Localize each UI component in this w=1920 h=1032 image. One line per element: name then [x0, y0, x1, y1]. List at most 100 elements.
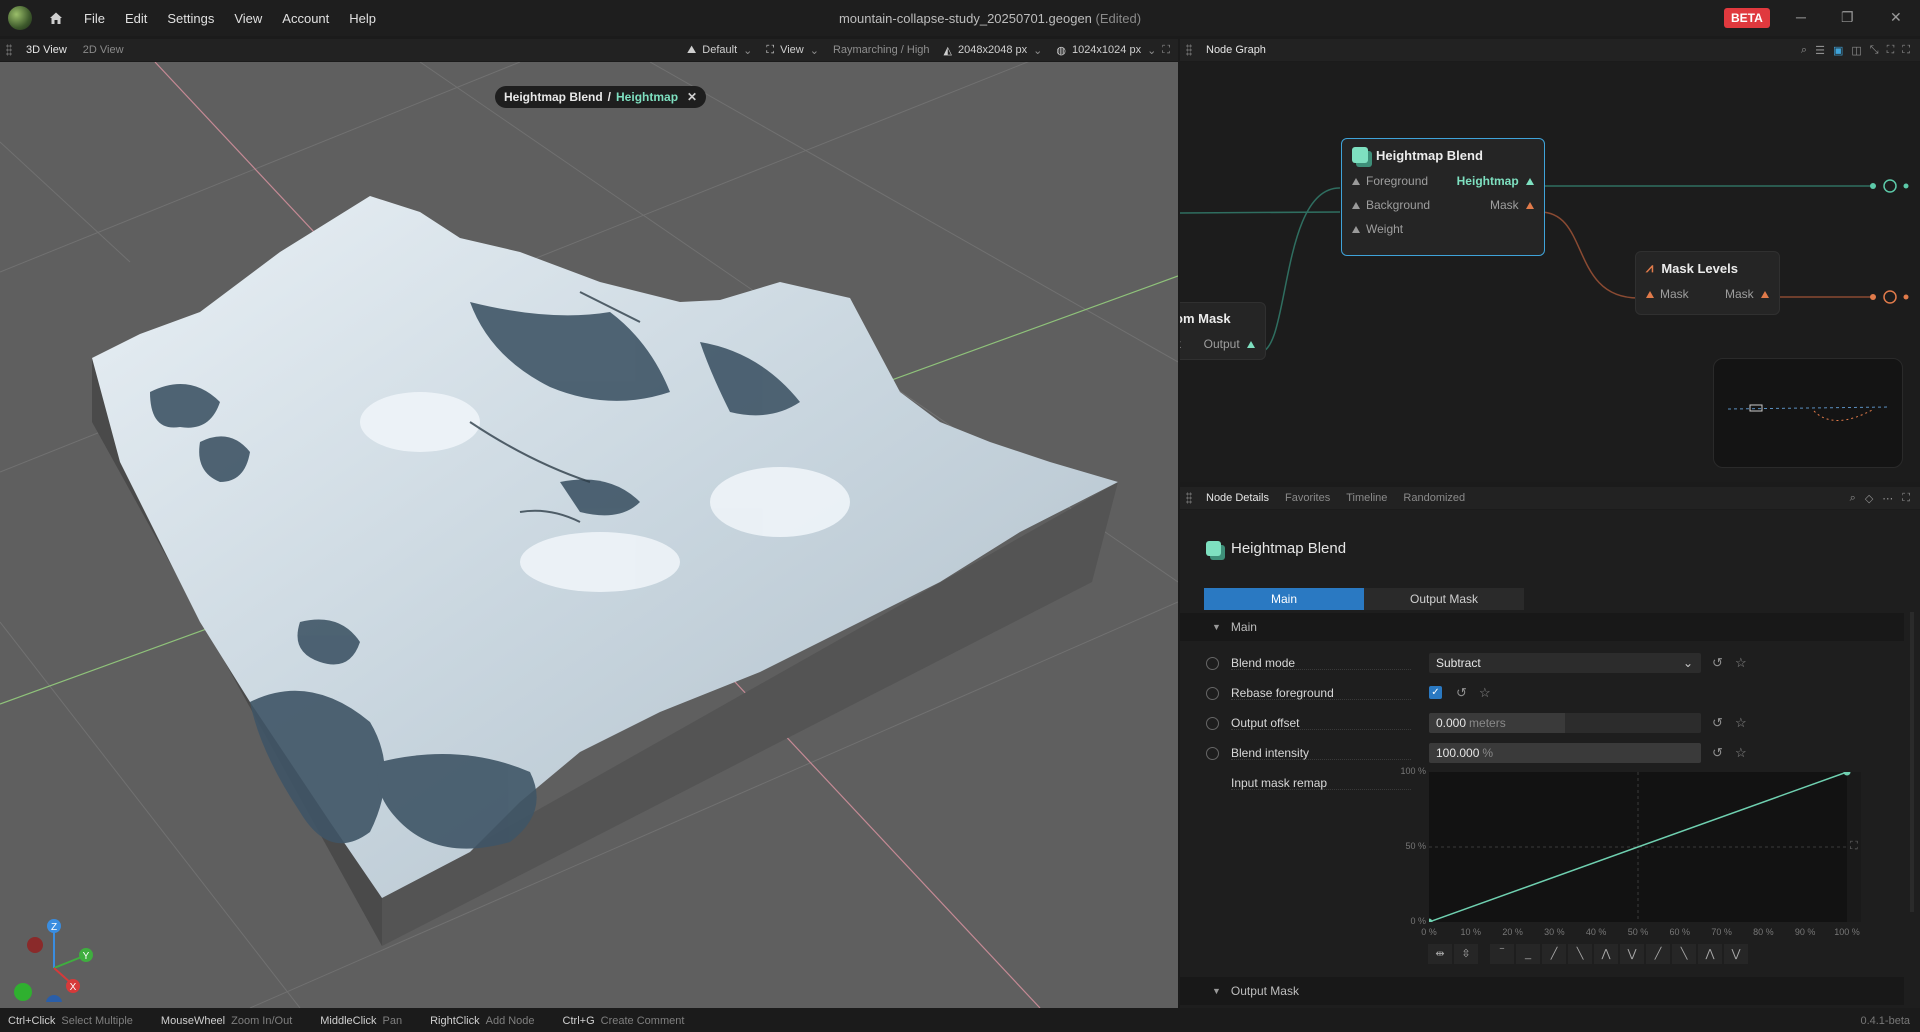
preview-resolution-select[interactable]: 1024x1024 px — [1072, 44, 1141, 56]
viewport-3d[interactable]: Z Y X — [0, 62, 1178, 1008]
preset-descend-icon[interactable]: ╲ — [1672, 944, 1696, 964]
tab-3d-view[interactable]: 3D View — [18, 44, 75, 56]
maximize-icon[interactable]: ⛶ — [1162, 44, 1170, 57]
reset-icon[interactable]: ↺ — [1456, 685, 1467, 701]
breadcrumb-node: Heightmap Blend — [504, 90, 603, 104]
resolution-select[interactable]: 2048x2048 px — [958, 44, 1027, 56]
output-port-heightmap[interactable]: Heightmap — [1457, 174, 1534, 188]
param-label: Blend mode — [1231, 656, 1411, 670]
node-partial-mask[interactable]: om Mask k Output — [1180, 302, 1266, 360]
beta-badge[interactable]: BETA — [1724, 8, 1770, 28]
reset-icon[interactable]: ↺ — [1712, 745, 1723, 761]
chevron-down-icon[interactable]: ⌄ — [743, 44, 752, 57]
rebase-checkbox[interactable]: ✓ — [1429, 686, 1442, 699]
chevron-down-icon[interactable]: ⌄ — [1147, 44, 1156, 57]
search-icon[interactable]: ⌕ — [1850, 492, 1856, 505]
blend-intensity-slider[interactable]: 100.000% — [1429, 743, 1701, 763]
preset-peak-icon[interactable]: ⋀ — [1594, 944, 1618, 964]
expose-radio[interactable] — [1206, 746, 1219, 760]
section-main-header[interactable]: ▼ Main — [1180, 613, 1904, 641]
minimize-icon[interactable]: ─ — [1796, 9, 1806, 25]
version-label: 0.4.1-beta — [1860, 1015, 1910, 1027]
section-output-mask-header[interactable]: ▼ Output Mask — [1180, 977, 1904, 1005]
tab-randomized[interactable]: Randomized — [1395, 492, 1473, 504]
fit-view-icon[interactable]: ⛶ — [1887, 44, 1895, 57]
maximize-icon[interactable]: ⛶ — [1902, 492, 1910, 505]
input-port-background[interactable]: Background — [1352, 198, 1430, 212]
flip-horizontal-icon[interactable]: ⇹ — [1428, 944, 1452, 964]
node-header[interactable]: Heightmap Blend — [1342, 139, 1544, 169]
shortcut-key: MouseWheel — [160, 1015, 226, 1027]
star-icon[interactable]: ☆ — [1735, 655, 1747, 671]
axis-gizmo[interactable]: Z Y X — [10, 912, 100, 1002]
grid-view-icon[interactable]: ▣ — [1833, 44, 1843, 57]
tab-favorites[interactable]: Favorites — [1277, 492, 1338, 504]
preset-select[interactable]: Default — [702, 44, 737, 56]
input-port-foreground[interactable]: Foreground — [1352, 174, 1428, 188]
collapse-icon[interactable]: ⤡ — [1870, 44, 1879, 57]
graph-minimap[interactable] — [1713, 358, 1903, 468]
drag-handle-icon[interactable] — [1186, 44, 1192, 56]
expose-radio[interactable] — [1206, 716, 1219, 730]
tab-timeline[interactable]: Timeline — [1338, 492, 1395, 504]
preset-ramp-icon[interactable]: ╱ — [1646, 944, 1670, 964]
drag-handle-icon[interactable] — [1186, 492, 1192, 504]
shortcut-key: Ctrl+G — [562, 1015, 595, 1027]
curve-start-point[interactable] — [1425, 918, 1433, 926]
chevron-down-icon[interactable]: ⌄ — [1033, 44, 1042, 57]
preset-low-icon[interactable]: _ — [1516, 944, 1540, 964]
preset-valley-icon[interactable]: ⋁ — [1620, 944, 1644, 964]
remap-curve-editor[interactable]: ⛶ — [1425, 768, 1861, 926]
restore-icon[interactable]: ❐ — [1841, 9, 1854, 26]
tab-node-graph[interactable]: Node Graph — [1198, 44, 1274, 56]
active-output-breadcrumb[interactable]: Heightmap Blend / Heightmap ✕ — [495, 86, 707, 108]
search-icon[interactable]: ⌕ — [1801, 44, 1807, 57]
list-icon[interactable]: ☰ — [1815, 44, 1825, 57]
expose-radio[interactable] — [1206, 686, 1219, 700]
layout-icon[interactable]: ◫ — [1851, 44, 1861, 57]
more-icon[interactable]: ⋯ — [1882, 492, 1893, 505]
input-port-weight[interactable]: Weight — [1352, 222, 1403, 236]
diamond-icon[interactable]: ◇ — [1865, 492, 1873, 505]
node-mask-levels[interactable]: ⩘ Mask Levels Mask Mask — [1635, 251, 1780, 315]
preset-high-icon[interactable]: ‾ — [1490, 944, 1514, 964]
star-icon[interactable]: ☆ — [1479, 685, 1491, 701]
close-window-icon[interactable]: ✕ — [1890, 9, 1902, 26]
input-port[interactable]: k — [1180, 337, 1181, 351]
render-mode[interactable]: Raymarching / High — [833, 44, 930, 56]
preset-inverse-icon[interactable]: ╲ — [1568, 944, 1592, 964]
chevron-down-icon[interactable]: ⌄ — [810, 44, 819, 57]
subtab-main[interactable]: Main — [1204, 588, 1364, 610]
flip-vertical-icon[interactable]: ⇳ — [1454, 944, 1478, 964]
expose-radio[interactable] — [1206, 656, 1219, 670]
blend-mode-select[interactable]: Subtract ⌄ — [1429, 653, 1701, 673]
output-offset-slider[interactable]: 0.000 meters — [1429, 713, 1701, 733]
param-label: Output offset — [1231, 716, 1411, 730]
subtab-output-mask[interactable]: Output Mask — [1364, 588, 1524, 610]
node-heightmap-blend[interactable]: Heightmap Blend Foreground Heightmap Back… — [1341, 138, 1545, 256]
preset-tent-icon[interactable]: ⋀ — [1698, 944, 1722, 964]
output-port-mask[interactable]: Mask — [1725, 287, 1769, 301]
port-triangle-icon — [1352, 226, 1360, 234]
reset-icon[interactable]: ↺ — [1712, 655, 1723, 671]
node-header[interactable]: ⩘ Mask Levels — [1636, 252, 1779, 282]
details-tabbar: Node Details Favorites Timeline Randomiz… — [1180, 487, 1920, 509]
node-header[interactable]: om Mask — [1180, 303, 1265, 332]
star-icon[interactable]: ☆ — [1735, 745, 1747, 761]
preset-linear-icon[interactable]: ╱ — [1542, 944, 1566, 964]
details-scrollbar[interactable] — [1910, 612, 1914, 912]
tab-2d-view[interactable]: 2D View — [75, 44, 132, 56]
close-icon[interactable]: ✕ — [687, 90, 697, 104]
preset-vee-icon[interactable]: ⋁ — [1724, 944, 1748, 964]
input-port-mask[interactable]: Mask — [1646, 287, 1689, 301]
select-value: Subtract — [1436, 656, 1481, 670]
tab-node-details[interactable]: Node Details — [1198, 492, 1277, 504]
expand-curve-icon[interactable]: ⛶ — [1850, 840, 1858, 853]
output-port[interactable]: Output — [1204, 337, 1255, 351]
star-icon[interactable]: ☆ — [1735, 715, 1747, 731]
view-select[interactable]: View — [780, 44, 804, 56]
drag-handle-icon[interactable] — [6, 44, 12, 56]
maximize-icon[interactable]: ⛶ — [1902, 44, 1910, 57]
reset-icon[interactable]: ↺ — [1712, 715, 1723, 731]
output-port-mask[interactable]: Mask — [1490, 198, 1534, 212]
